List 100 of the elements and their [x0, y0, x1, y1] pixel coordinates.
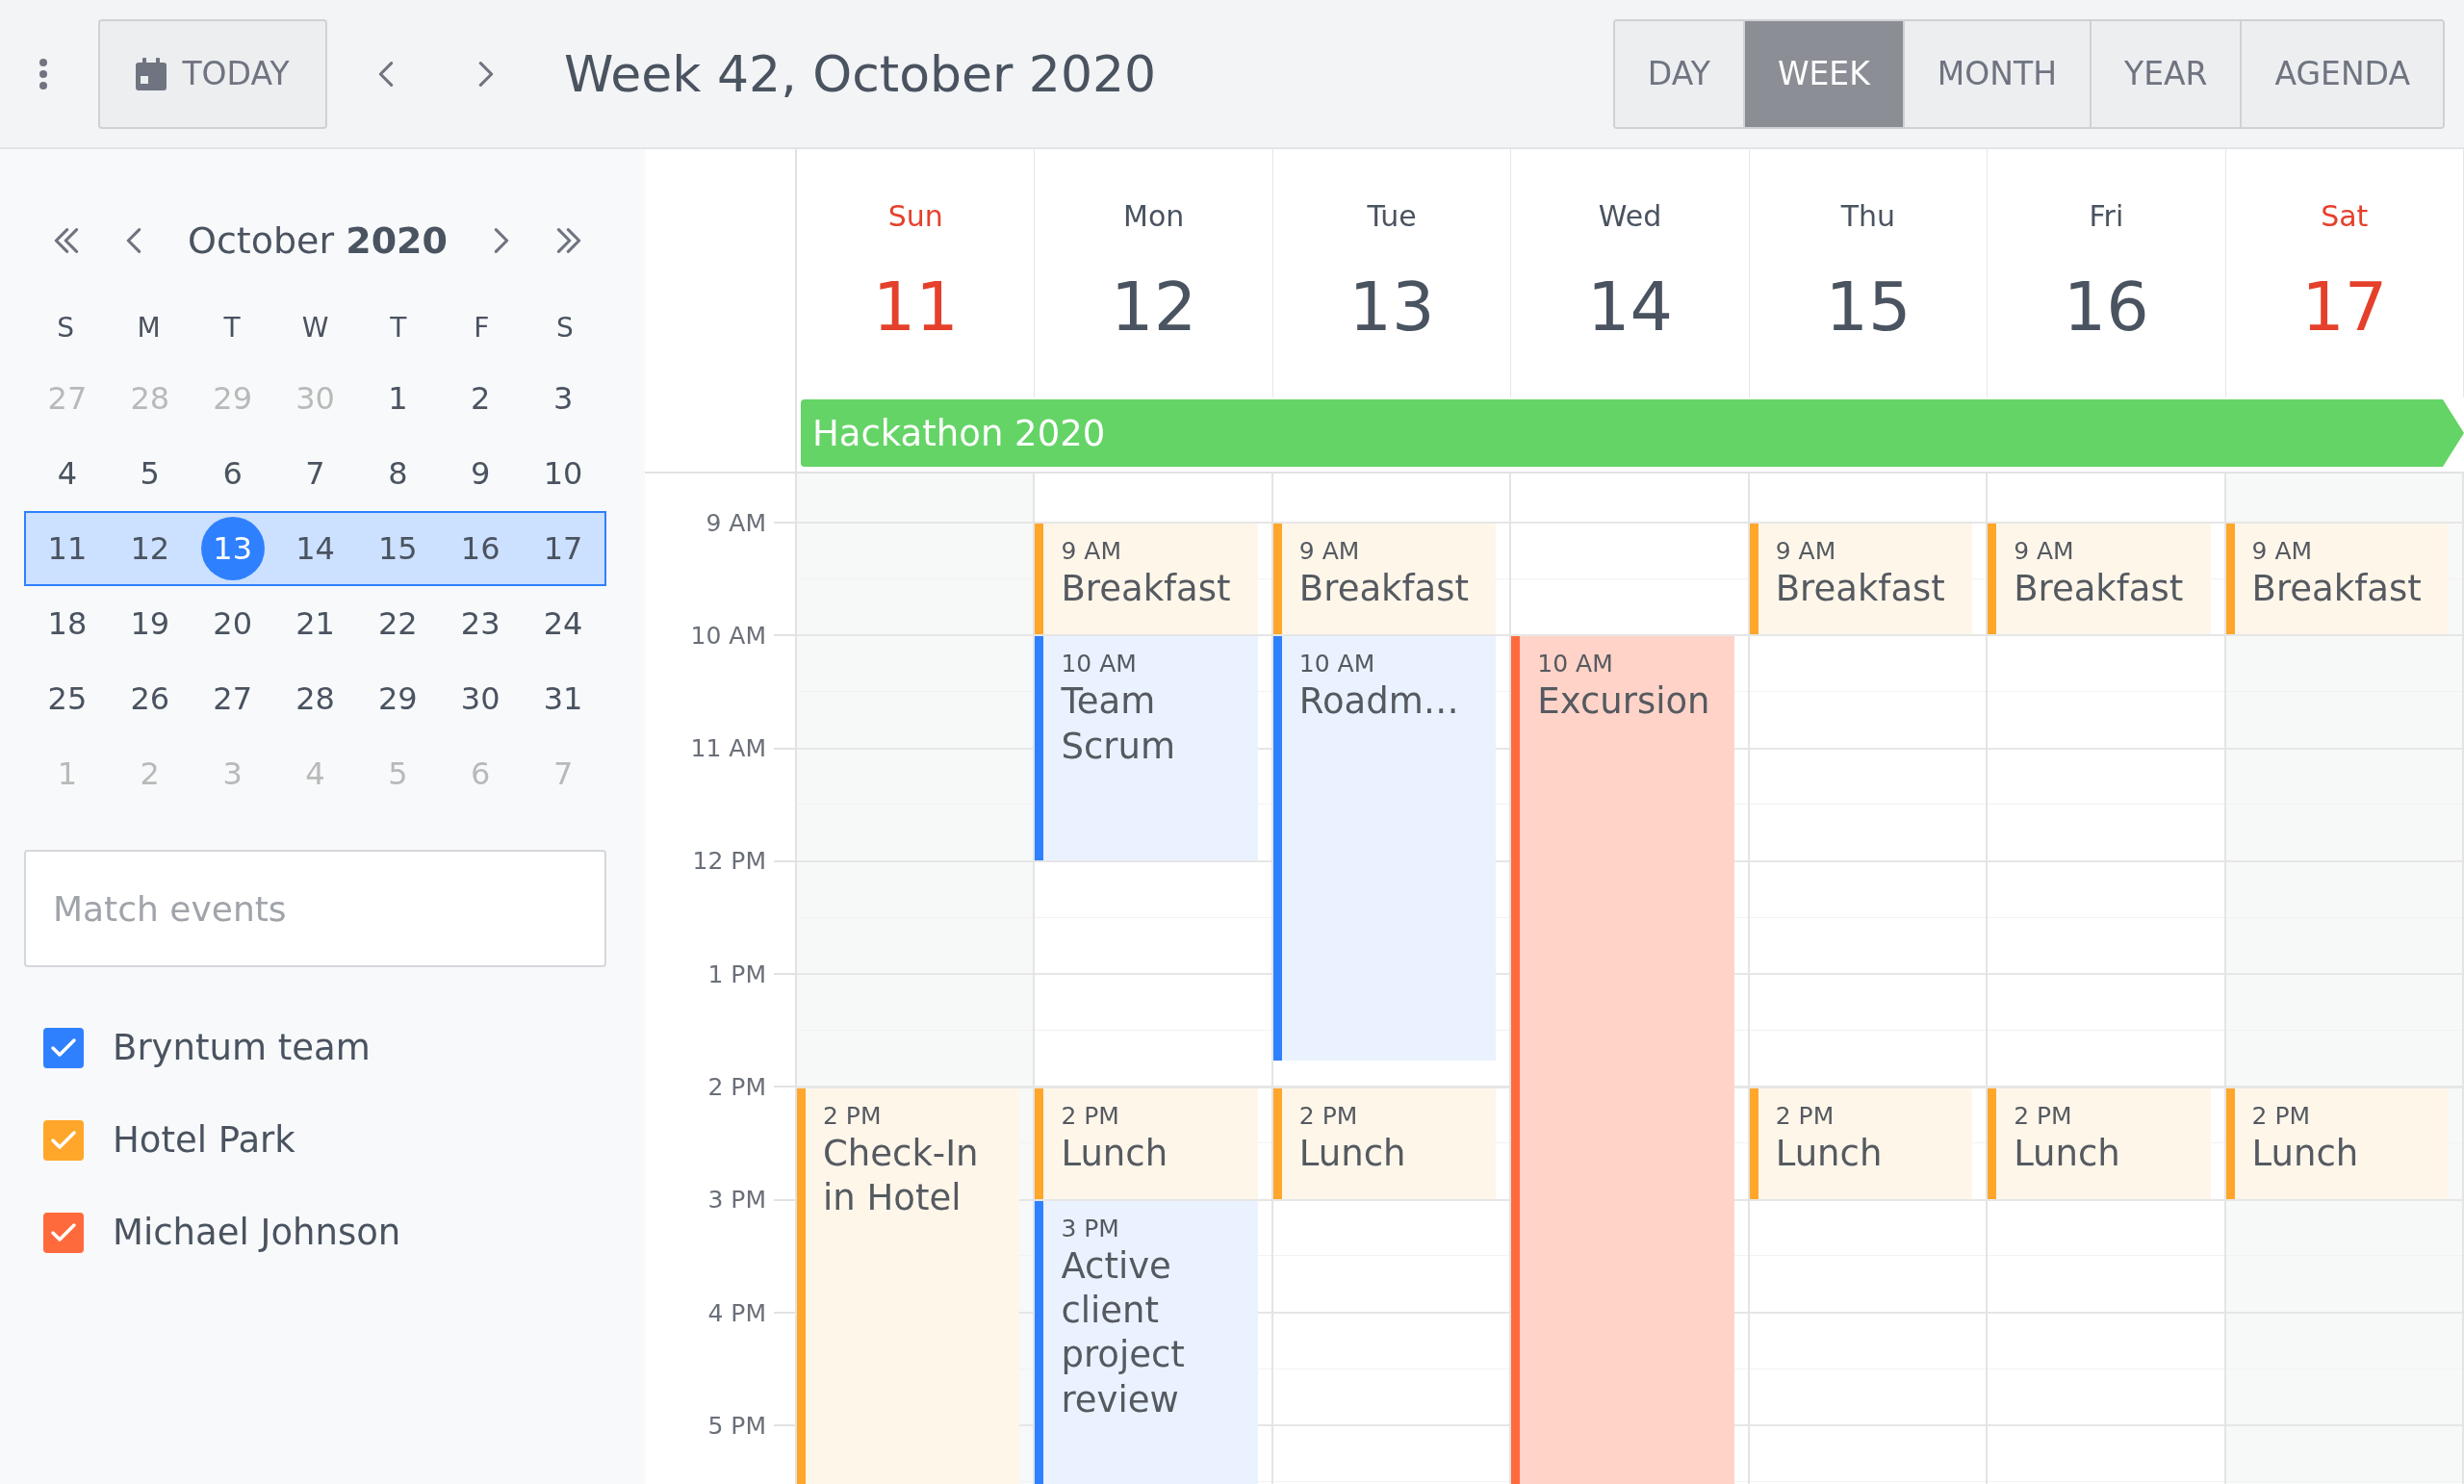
day-number: 15	[1825, 268, 1912, 346]
date-cell[interactable]: 30	[449, 667, 513, 730]
date-cell[interactable]: 24	[531, 592, 596, 655]
date-cell[interactable]: 5	[117, 442, 182, 505]
time-label: 9 AM	[706, 508, 766, 537]
calendar-week[interactable]: 4 5 6 7 8 9 10	[24, 436, 606, 511]
view-tab[interactable]: MONTH	[1902, 20, 2090, 127]
date-cell[interactable]: 28	[283, 667, 347, 730]
calendar-week[interactable]: 18 19 20 21 22 23 24	[24, 586, 606, 661]
date-cell[interactable]: 20	[200, 592, 265, 655]
event-card[interactable]: 2 PM Lunch	[1749, 1087, 1973, 1199]
time-label: 3 PM	[707, 1186, 766, 1215]
date-cell[interactable]: 10	[531, 442, 596, 505]
calendar-label: Bryntum team	[113, 1027, 371, 1068]
weekday-label: T	[222, 310, 242, 345]
day-name: Thu	[1840, 199, 1896, 233]
event-card[interactable]: 9 AM Breakfast	[2225, 524, 2449, 635]
event-card[interactable]: 10 AM Roadm…	[1272, 636, 1497, 1061]
time-label: 12 PM	[692, 847, 766, 876]
date-cell[interactable]: 9	[449, 442, 513, 505]
date-cell[interactable]: 2	[449, 367, 513, 430]
date-cell[interactable]: 29	[366, 667, 430, 730]
date-cell[interactable]: 19	[117, 592, 182, 655]
date-cell[interactable]: 25	[35, 667, 99, 730]
event-card[interactable]: 2 PM Lunch	[1272, 1087, 1497, 1199]
week-title: Week 42, October 2020	[564, 44, 1157, 103]
day-name: Wed	[1598, 199, 1662, 233]
event-card[interactable]: 10 AM Excursion	[1511, 636, 1734, 1484]
event-card[interactable]: 2 PM Lunch	[1988, 1087, 2211, 1199]
day-number: 13	[1348, 268, 1435, 346]
date-cell[interactable]: 16	[449, 517, 513, 580]
day-number: 14	[1586, 268, 1674, 346]
today-button[interactable]: TODAY	[98, 18, 327, 129]
date-cell[interactable]: 17	[531, 517, 596, 580]
event-card[interactable]: 9 AM Breakfast	[1749, 524, 1973, 635]
time-label: 2 PM	[707, 1073, 766, 1101]
date-cell[interactable]: 22	[366, 592, 430, 655]
day-name: Sat	[2321, 199, 2369, 233]
check-icon	[50, 1036, 77, 1059]
date-cell[interactable]: 18	[35, 592, 99, 655]
day-number: 16	[2063, 268, 2149, 346]
calendar-label: Michael Johnson	[113, 1212, 401, 1253]
calendar-week[interactable]: 25 26 27 28 29 30 31	[24, 661, 606, 736]
checkbox[interactable]	[43, 1212, 84, 1253]
day-name: Fri	[2089, 199, 2124, 233]
event-card[interactable]: 2 PM Check-In in Hotel	[797, 1087, 1020, 1484]
date-cell[interactable]: 3	[531, 367, 596, 430]
month-title: October 2020	[187, 219, 449, 262]
event-card[interactable]: 2 PM Lunch	[2225, 1087, 2449, 1199]
weekday-label: M	[136, 310, 162, 345]
calendar-week[interactable]: 11 12 13 14 15 16 17	[24, 511, 606, 586]
date-cell[interactable]: 15	[366, 517, 430, 580]
time-label: 10 AM	[690, 621, 766, 650]
view-tab[interactable]: YEAR	[2089, 20, 2241, 127]
event-card[interactable]: 9 AM Breakfast	[1988, 524, 2211, 635]
date-cell[interactable]: 1	[366, 367, 430, 430]
menu-icon	[38, 57, 48, 90]
date-cell[interactable]: 4	[35, 442, 99, 505]
date-cell[interactable]: 23	[449, 592, 513, 655]
weekday-label: F	[473, 310, 491, 345]
date-cell[interactable]: 6	[200, 442, 265, 505]
date-cell[interactable]: 14	[283, 517, 347, 580]
event-card[interactable]: 9 AM Breakfast	[1035, 524, 1258, 635]
date-cell[interactable]: 12	[117, 517, 182, 580]
date-cell[interactable]: 11	[35, 517, 99, 580]
event-card[interactable]: 3 PM Active client project review	[1035, 1200, 1258, 1484]
day-name: Sun	[887, 199, 943, 233]
checkbox[interactable]	[43, 1119, 84, 1161]
event-card[interactable]: 2 PM Lunch	[1035, 1087, 1258, 1199]
view-tab[interactable]: AGENDA	[2240, 20, 2443, 127]
time-label: 1 PM	[707, 959, 766, 988]
weekday-label: W	[300, 310, 330, 345]
event-card[interactable]: 10 AM Team Scrum	[1035, 636, 1258, 860]
weekday-label: S	[554, 310, 575, 345]
check-icon	[50, 1221, 77, 1243]
day-name: Mon	[1123, 199, 1185, 233]
day-number: 17	[2301, 268, 2388, 346]
date-cell[interactable]: 27	[200, 667, 265, 730]
calendar-icon	[136, 57, 167, 90]
date-cell[interactable]: 7	[283, 442, 347, 505]
checkbox[interactable]	[43, 1027, 84, 1068]
time-label: 4 PM	[707, 1298, 766, 1327]
date-cell[interactable]: 31	[531, 667, 596, 730]
event-card[interactable]: 9 AM Breakfast	[1272, 524, 1497, 635]
view-tab[interactable]: WEEK	[1742, 20, 1903, 127]
time-label: 5 PM	[707, 1411, 766, 1440]
day-number: 12	[1111, 268, 1197, 346]
weekday-label: S	[56, 310, 76, 345]
calendar-week[interactable]: 27 28 29 30 1 2 3	[24, 361, 606, 436]
search-field[interactable]: Match events	[24, 850, 606, 967]
check-icon	[50, 1129, 77, 1151]
date-cell[interactable]: 8	[366, 442, 430, 505]
calendar-label: Hotel Park	[113, 1119, 295, 1161]
date-cell[interactable]: 26	[117, 667, 182, 730]
time-label: 11 AM	[690, 734, 766, 763]
day-name: Tue	[1367, 199, 1417, 233]
date-cell[interactable]: 21	[283, 592, 347, 655]
date-cell[interactable]: 13	[200, 517, 265, 580]
day-number: 11	[872, 268, 959, 346]
view-tab[interactable]: DAY	[1614, 20, 1743, 127]
